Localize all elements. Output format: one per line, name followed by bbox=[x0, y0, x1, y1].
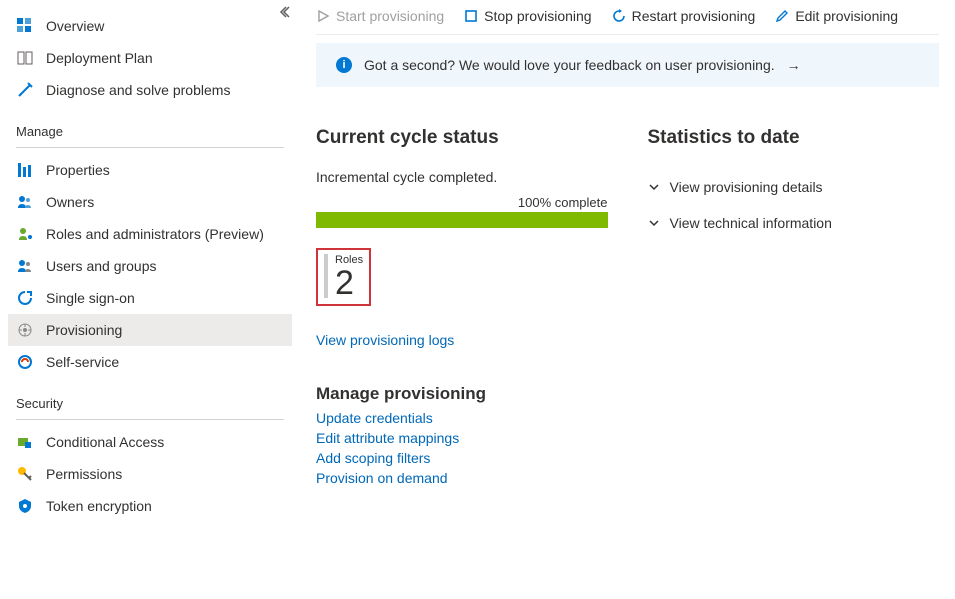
sidebar-item-label: Overview bbox=[46, 18, 104, 34]
view-provisioning-details-toggle[interactable]: View provisioning details bbox=[648, 169, 940, 205]
sidebar-item-users-groups[interactable]: Users and groups bbox=[8, 250, 292, 282]
sidebar-item-roles[interactable]: Roles and administrators (Preview) bbox=[8, 218, 292, 250]
progress-percent: 100% complete bbox=[316, 195, 608, 210]
sidebar-item-diagnose[interactable]: Diagnose and solve problems bbox=[8, 74, 292, 106]
properties-icon bbox=[16, 161, 34, 179]
cycle-status-text: Incremental cycle completed. bbox=[316, 169, 608, 185]
users-groups-icon bbox=[16, 257, 34, 275]
view-provisioning-logs-link[interactable]: View provisioning logs bbox=[316, 330, 608, 350]
sidebar-item-label: Deployment Plan bbox=[46, 50, 153, 66]
sidebar-item-sso[interactable]: Single sign-on bbox=[8, 282, 292, 314]
sso-icon bbox=[16, 289, 34, 307]
view-technical-information-toggle[interactable]: View technical information bbox=[648, 205, 940, 241]
collapse-sidebar-icon[interactable] bbox=[278, 6, 290, 18]
divider bbox=[16, 147, 284, 148]
conditional-access-icon bbox=[16, 433, 34, 451]
roles-card[interactable]: Roles 2 bbox=[316, 248, 371, 306]
sidebar-item-label: Token encryption bbox=[46, 498, 152, 514]
sidebar-item-label: Conditional Access bbox=[46, 434, 164, 450]
sidebar-item-overview[interactable]: Overview bbox=[8, 10, 292, 42]
play-icon bbox=[316, 9, 330, 23]
sidebar-item-provisioning[interactable]: Provisioning bbox=[8, 314, 292, 346]
sidebar-item-label: Properties bbox=[46, 162, 110, 178]
update-credentials-link[interactable]: Update credentials bbox=[316, 408, 608, 428]
add-scoping-filters-link[interactable]: Add scoping filters bbox=[316, 448, 608, 468]
owners-icon bbox=[16, 193, 34, 211]
sidebar-section-manage: Manage bbox=[8, 106, 292, 143]
restart-provisioning-button[interactable]: Restart provisioning bbox=[612, 8, 756, 24]
sidebar-item-properties[interactable]: Properties bbox=[8, 154, 292, 186]
provision-on-demand-link[interactable]: Provision on demand bbox=[316, 468, 608, 488]
restart-icon bbox=[612, 9, 626, 23]
sidebar-item-label: Permissions bbox=[46, 466, 122, 482]
sidebar-item-permissions[interactable]: Permissions bbox=[8, 458, 292, 490]
feedback-banner[interactable]: i Got a second? We would love your feedb… bbox=[316, 43, 939, 87]
provisioning-icon bbox=[16, 321, 34, 339]
sidebar-item-label: Owners bbox=[46, 194, 94, 210]
token-encryption-icon bbox=[16, 497, 34, 515]
sidebar-item-label: Provisioning bbox=[46, 322, 122, 338]
chevron-down-icon bbox=[648, 181, 660, 193]
edit-icon bbox=[775, 9, 789, 23]
sidebar-item-label: Roles and administrators (Preview) bbox=[46, 226, 264, 242]
edit-provisioning-button[interactable]: Edit provisioning bbox=[775, 8, 898, 24]
overview-icon bbox=[16, 17, 34, 35]
stop-provisioning-button[interactable]: Stop provisioning bbox=[464, 8, 591, 24]
sidebar-section-security: Security bbox=[8, 378, 292, 415]
roles-card-bar bbox=[324, 254, 328, 298]
arrow-right-icon: → bbox=[787, 57, 801, 73]
sidebar-item-conditional-access[interactable]: Conditional Access bbox=[8, 426, 292, 458]
feedback-text: Got a second? We would love your feedbac… bbox=[364, 57, 775, 73]
stop-icon bbox=[464, 9, 478, 23]
info-icon: i bbox=[336, 57, 352, 73]
permissions-icon bbox=[16, 465, 34, 483]
start-provisioning-button: Start provisioning bbox=[316, 8, 444, 24]
deployment-plan-icon bbox=[16, 49, 34, 67]
toolbar: Start provisioning Stop provisioning Res… bbox=[316, 8, 939, 35]
sidebar-item-label: Diagnose and solve problems bbox=[46, 82, 230, 98]
sidebar-item-label: Self-service bbox=[46, 354, 119, 370]
sidebar-item-label: Users and groups bbox=[46, 258, 157, 274]
self-service-icon bbox=[16, 353, 34, 371]
progress-bar bbox=[316, 212, 608, 228]
roles-count: 2 bbox=[335, 266, 363, 300]
sidebar-item-token-encryption[interactable]: Token encryption bbox=[8, 490, 292, 522]
edit-attribute-mappings-link[interactable]: Edit attribute mappings bbox=[316, 428, 608, 448]
diagnose-icon bbox=[16, 81, 34, 99]
sidebar-item-label: Single sign-on bbox=[46, 290, 135, 306]
statistics-heading: Statistics to date bbox=[648, 127, 940, 149]
chevron-down-icon bbox=[648, 217, 660, 229]
sidebar-item-self-service[interactable]: Self-service bbox=[8, 346, 292, 378]
roles-icon bbox=[16, 225, 34, 243]
divider bbox=[16, 419, 284, 420]
sidebar-item-deployment-plan[interactable]: Deployment Plan bbox=[8, 42, 292, 74]
manage-provisioning-heading: Manage provisioning bbox=[316, 384, 608, 404]
sidebar-item-owners[interactable]: Owners bbox=[8, 186, 292, 218]
cycle-status-heading: Current cycle status bbox=[316, 127, 608, 149]
